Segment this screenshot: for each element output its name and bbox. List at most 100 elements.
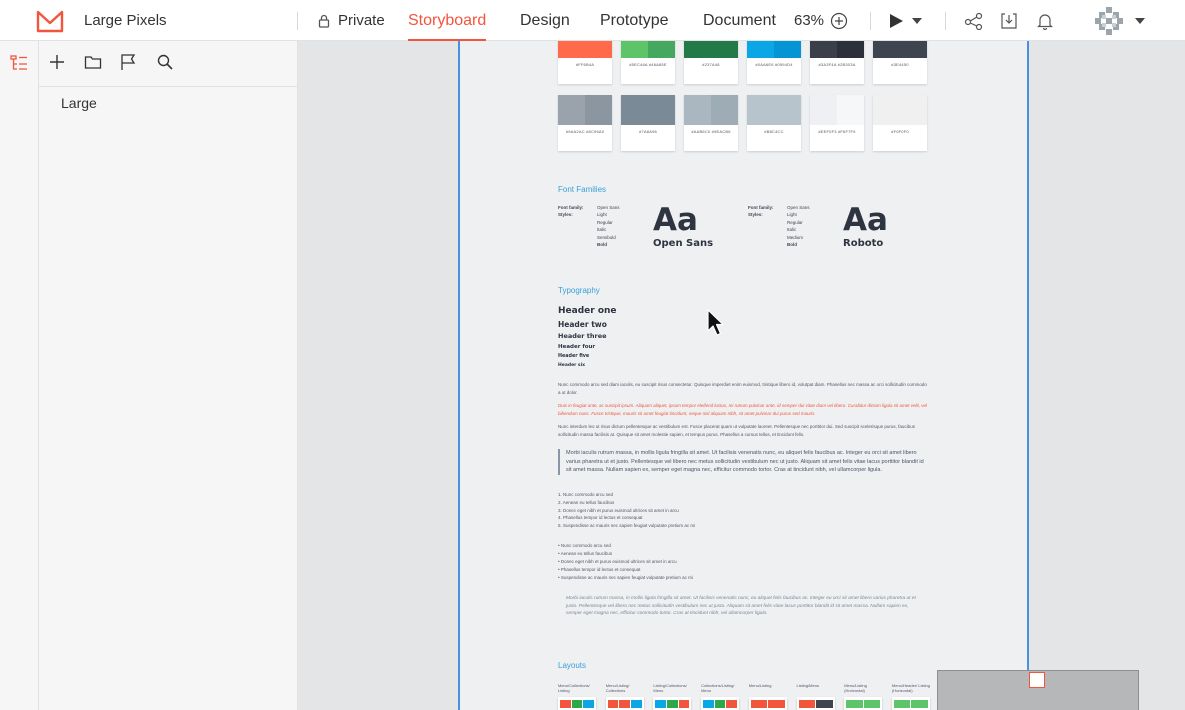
header-three: Header three (558, 332, 607, 340)
canvas[interactable]: #FF6B4A #5EC46A #46A85E #237A48 #0AA6E6 #05… (298, 41, 1185, 710)
layout-thumbnail[interactable]: Menu/Header/ Listing (Horizontal) (891, 683, 932, 710)
font-style-item: Light (787, 212, 797, 217)
tab-prototype[interactable]: Prototype (600, 0, 668, 41)
swatch-label: #EEF0F3 #F6F7F9 (818, 129, 856, 134)
layout-thumbnail[interactable]: Listing/Menu (796, 683, 837, 710)
color-swatch[interactable]: #EEF0F3 #F6F7F9 (810, 95, 864, 151)
download-icon[interactable] (1000, 0, 1018, 41)
layout-thumbnail[interactable]: Menu/Listing (748, 683, 789, 710)
layout-label: Menu/Listing (Horizontal) (844, 683, 867, 693)
logo-icon[interactable] (35, 8, 65, 33)
layout-preview (891, 697, 930, 710)
swatch-color (684, 95, 738, 125)
italic-quote: Morbi iaculis rutrum massa, in mollis li… (566, 596, 916, 616)
swatch-color (747, 95, 801, 125)
color-swatch[interactable]: #F0F0F0 (873, 95, 927, 151)
color-swatch[interactable]: #7A8A96 (621, 95, 675, 151)
swatch-color (810, 41, 864, 58)
paragraph: Nunc commodo arcu sed diam iaculis, eu s… (558, 382, 927, 395)
layout-label: Menu/Listing (748, 683, 772, 688)
blockquote: Morbi iaculis rutrum massa, in mollis li… (558, 449, 928, 475)
add-icon[interactable] (48, 53, 66, 71)
font-style-item: Semibold (597, 234, 616, 240)
bell-icon[interactable] (1037, 0, 1053, 41)
header-five: Header five (558, 354, 590, 359)
page-item[interactable]: Large (61, 95, 97, 111)
chevron-down-icon (1135, 17, 1145, 24)
user-menu[interactable] (1093, 0, 1145, 41)
list-item: 5. Suspendisse ac mauris nec sapien feug… (558, 523, 696, 529)
pages-panel: Large (39, 41, 298, 710)
list-item: • Donec eget nibh et purus euismod ultri… (558, 559, 677, 564)
layout-thumbnail[interactable]: Listing/Collections/ Menu (653, 683, 693, 710)
color-swatch[interactable]: #9AA2AC #8C96A0 (558, 95, 612, 151)
folder-icon[interactable] (84, 53, 102, 71)
project-name[interactable]: Large Pixels (84, 0, 167, 41)
list-item: 3. Donec eget nibh et purus euismod ultr… (558, 507, 679, 513)
divider (297, 12, 298, 30)
swatch-label: #F0F0F0 (891, 129, 909, 134)
swatch-label: #0AA6E6 #0594D4 (755, 62, 793, 67)
swatch-label: #FF6B4A (575, 62, 595, 67)
layout-preview (653, 697, 692, 710)
font-style-item: Bold (787, 242, 797, 247)
search-icon[interactable] (156, 53, 174, 71)
layout-preview (605, 697, 644, 710)
header-two: Header two (558, 320, 607, 329)
layout-preview (748, 697, 787, 710)
list-item: 4. Phasellus tempor id lectus et consequ… (558, 515, 643, 521)
list-item: 1. Nunc commodo arcu sed (558, 492, 614, 497)
color-swatch[interactable]: #3A3F4A #2B303A (810, 41, 864, 84)
color-swatch[interactable]: #5EC46A #46A85E (621, 41, 675, 84)
layout-label: Collections/Listing/ Menu (701, 683, 735, 693)
paragraph: Nunc interdum leo ut risus dictum pellen… (558, 424, 915, 437)
artboard[interactable]: #FF6B4A #5EC46A #46A85E #237A48 #0AA6E6 #05… (458, 41, 1029, 710)
flag-icon[interactable] (119, 53, 137, 71)
layout-thumbnail[interactable]: Menu/Listing (Horizontal) (844, 683, 884, 710)
swatch-label: #7A8A96 (639, 129, 657, 134)
preview-button[interactable] (888, 0, 922, 41)
lock-icon (318, 14, 330, 28)
list-item: • Aenean eu tellus faucibus (558, 551, 613, 556)
layout-label: Menu/Listing/ Collections (605, 683, 630, 693)
chevron-down-icon (912, 17, 922, 24)
header-six: Header six (558, 363, 586, 368)
layouts-title: Layouts (558, 661, 587, 670)
swatch-label: #3A3F4A #2B303A (818, 62, 856, 67)
color-swatch[interactable]: #3E4450 (873, 41, 927, 84)
minimap[interactable] (937, 670, 1139, 710)
color-swatch[interactable]: #FF6B4A (558, 41, 612, 84)
color-swatch[interactable]: #B8C4CC (747, 95, 801, 151)
swatch-color (810, 95, 864, 125)
swatch-color (747, 41, 801, 58)
font-styles-label: Styles: (558, 212, 573, 217)
swatch-color (873, 95, 927, 125)
layout-thumbnail[interactable]: Menu/Collections/ Listing (558, 683, 598, 710)
privacy-toggle[interactable]: Private (318, 0, 385, 41)
color-swatch[interactable]: #237A48 (684, 41, 738, 84)
layout-thumbnail[interactable]: Collections/Listing/ Menu (701, 683, 741, 710)
swatch-label: #3E4450 (891, 62, 909, 67)
swatch-label: #AAB6C0 #9EACB6 (691, 129, 731, 134)
swatch-color (873, 41, 927, 58)
zoom-level[interactable]: 63% (794, 12, 824, 29)
color-swatch[interactable]: #0AA6E6 #0594D4 (747, 41, 801, 84)
zoom-control: 63% (794, 0, 848, 41)
color-swatch[interactable]: #AAB6C0 #9EACB6 (684, 95, 738, 151)
layout-thumbnail[interactable]: Menu/Listing/ Collections (605, 683, 646, 710)
layout-preview (558, 697, 596, 710)
layers-icon[interactable] (9, 53, 29, 73)
tab-design[interactable]: Design (520, 0, 570, 41)
tab-storyboard[interactable]: Storyboard (408, 0, 487, 41)
play-icon (888, 13, 904, 29)
minimap-viewport[interactable] (1029, 672, 1045, 688)
typography-title: Typography (558, 286, 600, 295)
cursor-icon (707, 309, 725, 342)
zoom-in-icon[interactable] (830, 12, 848, 30)
font-styles-label: Styles: (748, 212, 763, 217)
share-icon[interactable] (964, 0, 984, 41)
header-one: Header one (558, 306, 617, 316)
swatch-color (558, 95, 612, 125)
tab-document[interactable]: Document (703, 0, 776, 41)
layout-preview (796, 697, 835, 710)
